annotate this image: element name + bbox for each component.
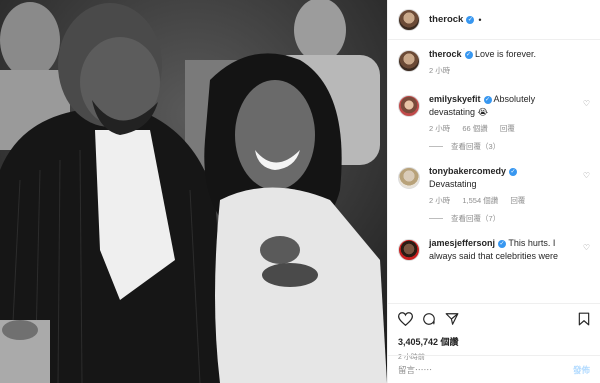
verified-icon: ✓ bbox=[498, 239, 507, 248]
post-sidebar: therock ✓ • therock ✓ Love is forever. 2 … bbox=[387, 0, 600, 383]
comment-icon[interactable] bbox=[422, 312, 436, 328]
author-avatar[interactable] bbox=[398, 8, 420, 31]
comment-like-heart-icon[interactable]: ♡ bbox=[583, 171, 590, 180]
heart-icon[interactable] bbox=[397, 312, 414, 328]
comment-row: emilyskyefit ✓ Absolutely devastating 😭 2… bbox=[398, 93, 590, 135]
comment-like-heart-icon[interactable]: ♡ bbox=[583, 99, 590, 108]
comment-text: Devastating bbox=[429, 179, 477, 189]
comment-meta: 2 小時 66 個讚 回覆 bbox=[429, 122, 576, 135]
caption-text: Love is forever. bbox=[475, 49, 537, 59]
comment-row: jamesjeffersonj ✓ This hurts. I always sa… bbox=[398, 237, 590, 263]
share-icon[interactable] bbox=[445, 312, 459, 328]
bookmark-icon[interactable] bbox=[578, 312, 590, 328]
verified-icon: ✓ bbox=[464, 50, 473, 59]
comment-likes[interactable]: 1,554 個讚 bbox=[462, 196, 498, 205]
post-comment-button[interactable]: 發佈 bbox=[573, 364, 590, 376]
comment-text-block: tonybakercomedy ✓ Devastating 2 小時 1,554 … bbox=[429, 165, 590, 207]
verified-icon: ✓ bbox=[483, 95, 492, 104]
photo-image bbox=[0, 0, 387, 383]
verified-icon: ✓ bbox=[466, 15, 475, 24]
comment-time: 2 小時 bbox=[429, 124, 451, 133]
commenter-username[interactable]: tonybakercomedy bbox=[429, 166, 506, 176]
view-replies-toggle[interactable]: 查看回覆（7） bbox=[429, 213, 590, 224]
post-container: therock ✓ • therock ✓ Love is forever. 2 … bbox=[0, 0, 600, 383]
replies-divider bbox=[429, 146, 443, 147]
comment-text-block: jamesjeffersonj ✓ This hurts. I always sa… bbox=[429, 237, 590, 263]
like-count[interactable]: 3,405,742 個讚 bbox=[398, 335, 590, 348]
commenter-avatar[interactable] bbox=[398, 95, 420, 117]
comment-time: 2 小時 bbox=[429, 196, 451, 205]
commenter-username[interactable]: emilyskyefit bbox=[429, 94, 481, 104]
caption-meta: 2 小時 bbox=[429, 64, 576, 77]
post-photo[interactable] bbox=[0, 0, 387, 383]
comment-like-heart-icon[interactable]: ♡ bbox=[583, 243, 590, 252]
post-actions: 3,405,742 個讚 2 小時前 發佈 bbox=[388, 303, 600, 383]
replies-divider bbox=[429, 218, 443, 219]
comment-likes[interactable]: 66 個讚 bbox=[462, 124, 487, 133]
verified-icon: ✓ bbox=[509, 167, 518, 176]
caption-row: therock ✓ Love is forever. 2 小時 bbox=[398, 48, 590, 77]
comments-list: therock ✓ Love is forever. 2 小時 emilyskye… bbox=[388, 40, 600, 303]
post-header: therock ✓ • bbox=[388, 0, 600, 40]
comment-text-block: emilyskyefit ✓ Absolutely devastating 😭 2… bbox=[429, 93, 590, 135]
caption-time: 2 小時 bbox=[429, 66, 451, 75]
caption-text-block: therock ✓ Love is forever. 2 小時 bbox=[429, 48, 590, 77]
view-replies-label[interactable]: 查看回覆（3） bbox=[451, 141, 500, 152]
commenter-avatar[interactable] bbox=[398, 239, 420, 261]
caption-username[interactable]: therock bbox=[429, 49, 462, 59]
author-username[interactable]: therock bbox=[429, 14, 463, 25]
reply-button[interactable]: 回覆 bbox=[500, 124, 515, 133]
caption-avatar[interactable] bbox=[398, 50, 420, 72]
comment-meta: 2 小時 1,554 個讚 回覆 bbox=[429, 194, 576, 207]
comment-input[interactable] bbox=[398, 364, 573, 375]
action-icons bbox=[397, 311, 590, 329]
view-replies-toggle[interactable]: 查看回覆（3） bbox=[429, 141, 590, 152]
comment-composer: 發佈 bbox=[388, 355, 600, 383]
header-separator: • bbox=[478, 14, 482, 25]
view-replies-label[interactable]: 查看回覆（7） bbox=[451, 213, 500, 224]
comment-row: tonybakercomedy ✓ Devastating 2 小時 1,554 … bbox=[398, 165, 590, 207]
commenter-username[interactable]: jamesjeffersonj bbox=[429, 238, 495, 248]
reply-button[interactable]: 回覆 bbox=[510, 196, 525, 205]
commenter-avatar[interactable] bbox=[398, 167, 420, 189]
